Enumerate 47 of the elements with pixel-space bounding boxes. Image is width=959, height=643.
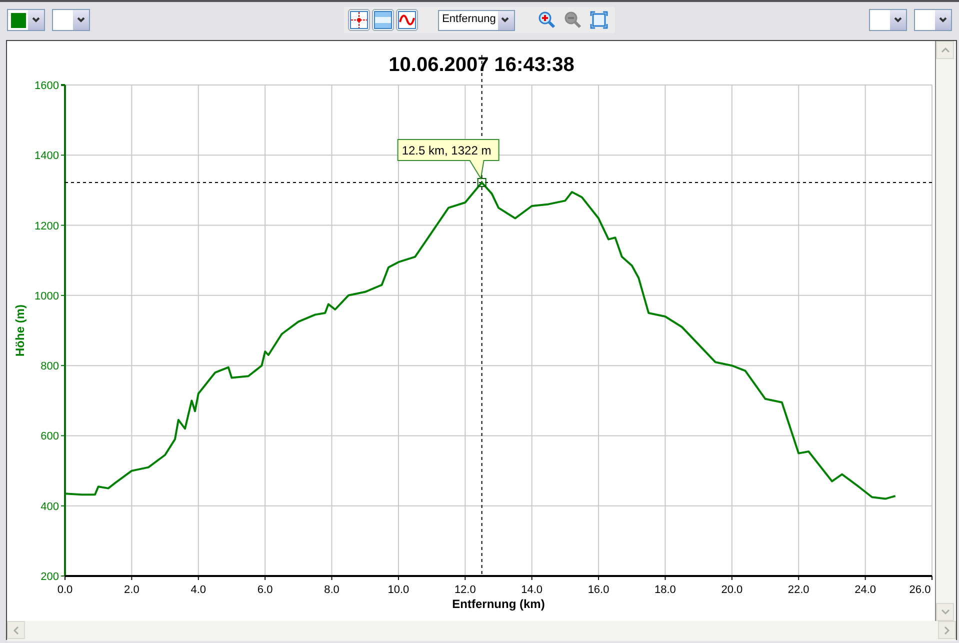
axis-tick-label: 14.0 [521, 584, 543, 596]
axis-tick-label: 1000 [34, 290, 59, 302]
point-marker [477, 178, 486, 187]
axis-tick-label: 6.0 [257, 584, 273, 596]
crosshair-icon [350, 11, 368, 29]
toolbar-button[interactable] [372, 9, 394, 31]
axis-tick-label: 18.0 [654, 584, 676, 596]
axis-tick-label: 26.0 [909, 584, 931, 596]
axis-tick-label: 600 [40, 430, 59, 443]
axis-tick-label: 1400 [34, 150, 59, 162]
axis-tick-label: 1600 [34, 80, 59, 92]
axis-tick-label: 200 [40, 571, 59, 583]
wave-icon [398, 11, 416, 29]
line-color-dropdown[interactable] [7, 9, 45, 31]
zoom-out-icon [564, 11, 582, 29]
axis-tick-label: 400 [40, 500, 59, 513]
toolbar-button[interactable] [348, 9, 370, 31]
axis-tick-label: 12.0 [454, 584, 476, 596]
axis-tick-label: 1200 [34, 220, 59, 232]
axis-tick-label: 2.0 [124, 584, 140, 596]
axis-tick-label: 0.0 [57, 584, 73, 596]
axis-tick-label: 8.0 [324, 584, 340, 596]
scroll-up-button[interactable] [936, 41, 954, 59]
horizontal-scrollbar[interactable] [7, 621, 956, 641]
axis-tick-label: 800 [40, 360, 59, 373]
zoom-in-icon [538, 11, 556, 29]
axis-tick-label: 10.0 [388, 584, 410, 596]
axis-select[interactable]: Entfernung [438, 10, 515, 30]
chart-title: 10.06.2007 16:43:38 [388, 54, 574, 76]
vertical-scrollbar[interactable] [936, 41, 956, 621]
y-axis-title: Höhe (m) [13, 304, 27, 356]
x-axis-title: Entfernung (km) [452, 597, 545, 611]
bands-icon [374, 11, 392, 29]
axis-tick-label: 16.0 [588, 584, 610, 596]
dropdown[interactable] [52, 9, 90, 31]
dropdown[interactable] [869, 9, 907, 31]
axis-tick-label: 22.0 [788, 584, 810, 596]
tooltip-text: 12.5 km, 1322 m [402, 144, 492, 158]
scroll-down-button[interactable] [936, 603, 954, 621]
axis-tick-label: 4.0 [190, 584, 206, 596]
toolbar-button[interactable] [396, 9, 418, 31]
axis-tick-label: 20.0 [721, 584, 743, 596]
scroll-right-button[interactable] [938, 621, 956, 639]
dropdown[interactable] [914, 9, 952, 31]
fit-icon [590, 11, 608, 29]
axis-tick-label: 24.0 [854, 584, 876, 596]
scroll-left-button[interactable] [7, 621, 25, 639]
